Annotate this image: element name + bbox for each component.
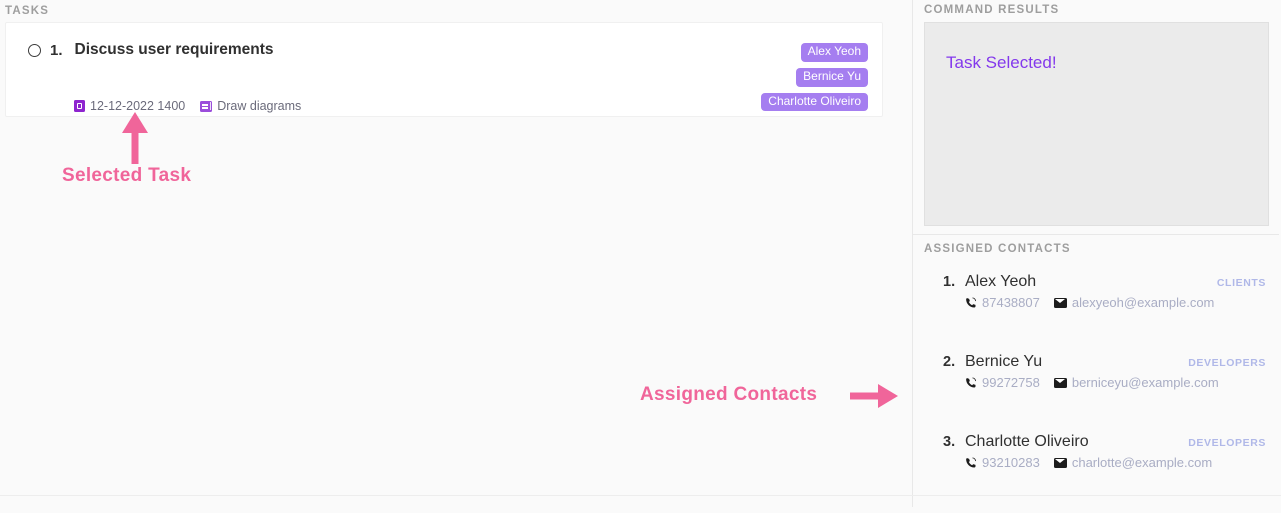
tasks-pane: TASKS 1. Discuss user requirements 12-12…	[0, 0, 913, 507]
envelope-icon	[1053, 297, 1067, 308]
contact-details-row: 87438807 alexyeoh@example.com	[965, 295, 1279, 310]
task-description-group: Draw diagrams	[200, 99, 301, 113]
task-index: 1.	[50, 41, 63, 59]
task-meta-row: 12-12-2022 1400 Draw diagrams	[74, 99, 301, 113]
calendar-icon	[74, 100, 85, 112]
task-header-row: 1. Discuss user requirements	[28, 41, 274, 59]
contacts-divider	[913, 234, 1279, 235]
arrow-right-icon	[850, 383, 898, 414]
app-root: TASKS 1. Discuss user requirements 12-12…	[0, 0, 1281, 507]
phone-icon	[965, 296, 977, 309]
annotation-assigned-contacts: Assigned Contacts	[640, 384, 818, 405]
contact-phone: 93210283	[982, 455, 1040, 470]
task-checkbox-icon[interactable]	[28, 43, 41, 57]
contact-name: Charlotte Oliveiro	[965, 433, 1089, 450]
contact-phone-group: 87438807	[965, 295, 1040, 310]
contact-email: alexyeoh@example.com	[1071, 295, 1215, 310]
contact-phone: 87438807	[982, 295, 1040, 310]
contact-list-item[interactable]: 3. Charlotte Oliveiro DEVELOPERS 9321028…	[913, 433, 1279, 513]
assigned-contacts-header: ASSIGNED CONTACTS	[924, 243, 1071, 255]
annotation-selected-task: Selected Task	[62, 165, 192, 186]
note-icon	[200, 100, 213, 112]
contact-email-group: charlotte@example.com	[1053, 455, 1213, 470]
contact-phone-group: 99272758	[965, 375, 1040, 390]
phone-icon	[965, 456, 977, 469]
command-results-header: COMMAND RESULTS	[924, 4, 1060, 16]
contact-index: 2.	[943, 354, 956, 370]
task-card[interactable]: 1. Discuss user requirements 12-12-2022 …	[5, 22, 883, 117]
contact-details-row: 99272758 berniceyu@example.com	[965, 375, 1279, 390]
contact-name: Bernice Yu	[965, 353, 1043, 370]
contact-phone-group: 93210283	[965, 455, 1040, 470]
task-date-group: 12-12-2022 1400	[74, 99, 185, 113]
contact-phone: 99272758	[982, 375, 1040, 390]
contact-email-group: alexyeoh@example.com	[1053, 295, 1215, 310]
bottom-divider	[0, 495, 1281, 496]
contact-tag: DEVELOPERS	[1188, 437, 1266, 449]
tasks-section-header: TASKS	[5, 5, 50, 17]
task-title: Discuss user requirements	[74, 41, 274, 58]
contact-tag: CLIENTS	[1216, 277, 1266, 289]
task-tag-list: Alex Yeoh Bernice Yu Charlotte Oliveiro	[761, 43, 868, 112]
results-pane: COMMAND RESULTS Task Selected! ASSIGNED …	[913, 0, 1281, 507]
contact-index: 1.	[943, 274, 956, 290]
contact-email: berniceyu@example.com	[1071, 375, 1219, 390]
contact-list-item[interactable]: 2. Bernice Yu DEVELOPERS 99272758 bernic…	[913, 353, 1279, 433]
task-tag[interactable]: Bernice Yu	[796, 67, 868, 87]
contact-email: charlotte@example.com	[1071, 455, 1213, 470]
task-tag[interactable]: Charlotte Oliveiro	[761, 92, 868, 112]
envelope-icon	[1053, 457, 1067, 468]
task-date: 12-12-2022 1400	[90, 99, 186, 113]
contact-tag: DEVELOPERS	[1188, 357, 1266, 369]
task-description: Draw diagrams	[217, 99, 302, 113]
phone-icon	[965, 376, 977, 389]
contact-email-group: berniceyu@example.com	[1053, 375, 1219, 390]
arrow-up-icon	[120, 112, 150, 169]
assigned-contacts-list: 1. Alex Yeoh CLIENTS 87438807 alexyeoh@e…	[913, 273, 1279, 513]
command-results-box: Task Selected!	[924, 22, 1269, 226]
task-tag[interactable]: Alex Yeoh	[800, 43, 868, 62]
command-result-message: Task Selected!	[946, 53, 1057, 72]
contact-list-item[interactable]: 1. Alex Yeoh CLIENTS 87438807 alexyeoh@e…	[913, 273, 1279, 353]
contact-details-row: 93210283 charlotte@example.com	[965, 455, 1279, 470]
contact-name: Alex Yeoh	[965, 273, 1037, 290]
envelope-icon	[1053, 377, 1067, 388]
contact-index: 3.	[943, 434, 956, 450]
